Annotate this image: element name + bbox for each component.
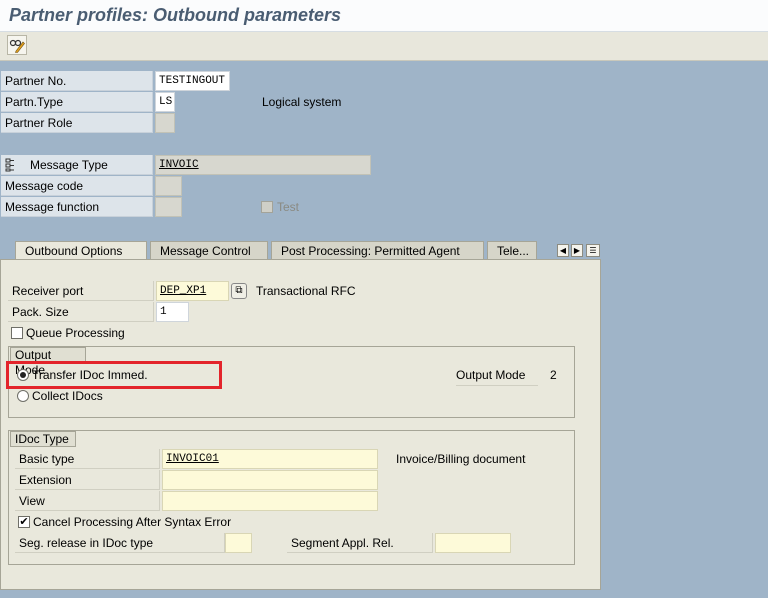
partner-no-label: Partner No. (1, 71, 153, 91)
seg-release-label: Seg. release in IDoc type (15, 533, 225, 553)
tab-scroll-right-button[interactable]: ▶ (571, 244, 583, 257)
toolbar (0, 32, 768, 61)
port-details-button[interactable]: ⧉ (231, 283, 247, 299)
highlight-box (6, 361, 222, 389)
partner-type-field[interactable]: LS (155, 92, 175, 112)
message-function-field[interactable] (155, 197, 182, 217)
seg-release-field[interactable] (225, 533, 252, 553)
cancel-processing-label: Cancel Processing After Syntax Error (33, 515, 232, 529)
display-change-button[interactable] (7, 35, 27, 55)
tab-post-processing[interactable]: Post Processing: Permitted Agent (271, 241, 484, 261)
queue-processing-label: Queue Processing (26, 326, 125, 340)
idoc-type-title: IDoc Type (10, 431, 76, 447)
output-mode-label: Output Mode (456, 365, 538, 386)
segment-appl-label: Segment Appl. Rel. (287, 533, 433, 553)
title-bar: Partner profiles: Outbound parameters (0, 0, 768, 32)
tab-message-control[interactable]: Message Control (150, 241, 268, 261)
pencil-glasses-icon (9, 39, 25, 53)
test-label: Test (277, 200, 300, 214)
partner-type-desc: Logical system (262, 95, 342, 109)
partner-no-field[interactable]: TESTINGOUT (155, 71, 230, 91)
partner-role-label: Partner Role (1, 113, 153, 133)
tab-telephony[interactable]: Tele... (487, 241, 537, 261)
basic-type-field[interactable]: INVOIC01 (162, 449, 378, 469)
partner-role-field[interactable] (155, 113, 175, 133)
queue-processing-checkbox[interactable] (11, 327, 23, 339)
hierarchy-icon (5, 158, 14, 172)
output-mode-value: 2 (550, 368, 557, 382)
cancel-processing-checkbox[interactable]: ✔ (18, 516, 30, 528)
extension-label: Extension (15, 470, 160, 490)
pack-size-field[interactable]: 1 (156, 302, 189, 322)
basic-type-desc: Invoice/Billing document (396, 452, 526, 466)
extension-field[interactable] (162, 470, 378, 490)
pack-size-label: Pack. Size (8, 302, 154, 322)
details-icon: ⧉ (235, 285, 243, 296)
message-code-field[interactable] (155, 176, 182, 196)
message-type-field[interactable]: INVOIC (155, 155, 371, 175)
message-type-label: Message Type (1, 155, 153, 175)
window-title: Partner profiles: Outbound parameters (9, 5, 342, 25)
view-label: View (15, 491, 160, 511)
message-function-label: Message function (1, 197, 153, 217)
collect-idocs-label: Collect IDocs (32, 389, 103, 403)
view-field[interactable] (162, 491, 378, 511)
receiver-port-field[interactable]: DEP_XP1 (156, 281, 229, 301)
receiver-port-desc: Transactional RFC (256, 284, 356, 298)
collect-idocs-radio[interactable] (17, 390, 29, 402)
tab-scroll-left-button[interactable]: ◀ (557, 244, 569, 257)
basic-type-label: Basic type (15, 449, 160, 469)
partner-type-label: Partn.Type (1, 92, 153, 112)
test-checkbox[interactable] (261, 201, 273, 213)
tab-list-button[interactable]: ☰ (586, 244, 600, 257)
receiver-port-label: Receiver port (8, 281, 154, 301)
message-code-label: Message code (1, 176, 153, 196)
segment-appl-field[interactable] (435, 533, 511, 553)
